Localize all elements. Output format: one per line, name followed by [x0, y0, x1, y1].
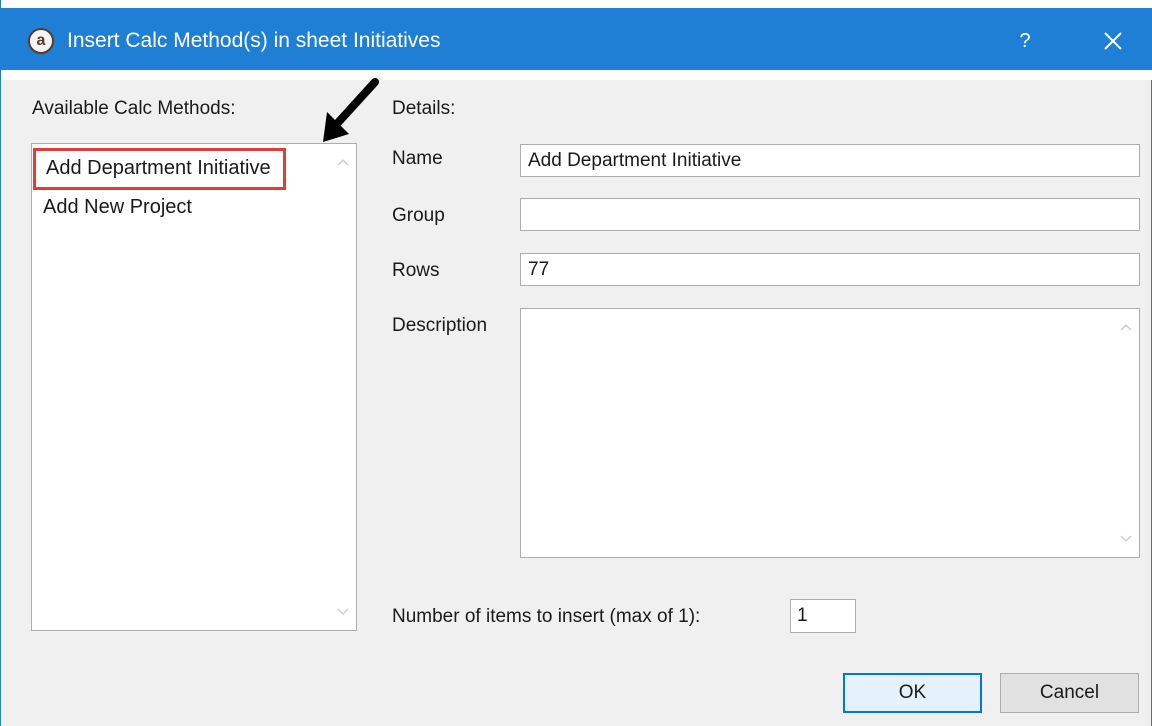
- ok-button[interactable]: OK: [843, 673, 982, 713]
- description-field[interactable]: [520, 308, 1140, 558]
- name-label: Name: [392, 148, 443, 169]
- title-bar: a Insert Calc Method(s) in sheet Initiat…: [1, 0, 1152, 80]
- help-button[interactable]: ?: [1005, 22, 1045, 60]
- calc-methods-list[interactable]: Add Department Initiative Add New Projec…: [31, 143, 357, 631]
- insert-calc-method-dialog: a Insert Calc Method(s) in sheet Initiat…: [0, 0, 1152, 726]
- cancel-button[interactable]: Cancel: [1000, 673, 1139, 713]
- close-button[interactable]: [1091, 22, 1135, 60]
- rows-field[interactable]: 77: [520, 253, 1140, 286]
- list-scrollbar[interactable]: [330, 144, 356, 630]
- close-icon: [1104, 32, 1122, 50]
- group-label: Group: [392, 205, 445, 226]
- description-scroll-up-icon[interactable]: [1113, 317, 1139, 337]
- app-logo-icon: a: [28, 28, 54, 54]
- rows-label: Rows: [392, 260, 440, 281]
- description-label: Description: [392, 315, 488, 336]
- available-calc-methods-label: Available Calc Methods:: [32, 98, 236, 119]
- details-label: Details:: [392, 98, 456, 119]
- group-field[interactable]: [520, 198, 1140, 231]
- description-scroll-down-icon[interactable]: [1113, 529, 1139, 549]
- name-field[interactable]: Add Department Initiative: [520, 144, 1140, 177]
- list-item-add-department-initiative[interactable]: Add Department Initiative: [33, 148, 286, 190]
- items-to-insert-label: Number of items to insert (max of 1):: [392, 606, 701, 627]
- scroll-down-arrow-icon[interactable]: [330, 602, 356, 622]
- description-scrollbar[interactable]: [1113, 309, 1139, 557]
- annotation-arrow-icon: [323, 78, 379, 142]
- list-item-add-new-project[interactable]: Add New Project: [43, 196, 192, 219]
- items-to-insert-field[interactable]: 1: [790, 599, 856, 633]
- window-title: Insert Calc Method(s) in sheet Initiativ…: [67, 29, 441, 52]
- scroll-up-arrow-icon[interactable]: [330, 152, 356, 172]
